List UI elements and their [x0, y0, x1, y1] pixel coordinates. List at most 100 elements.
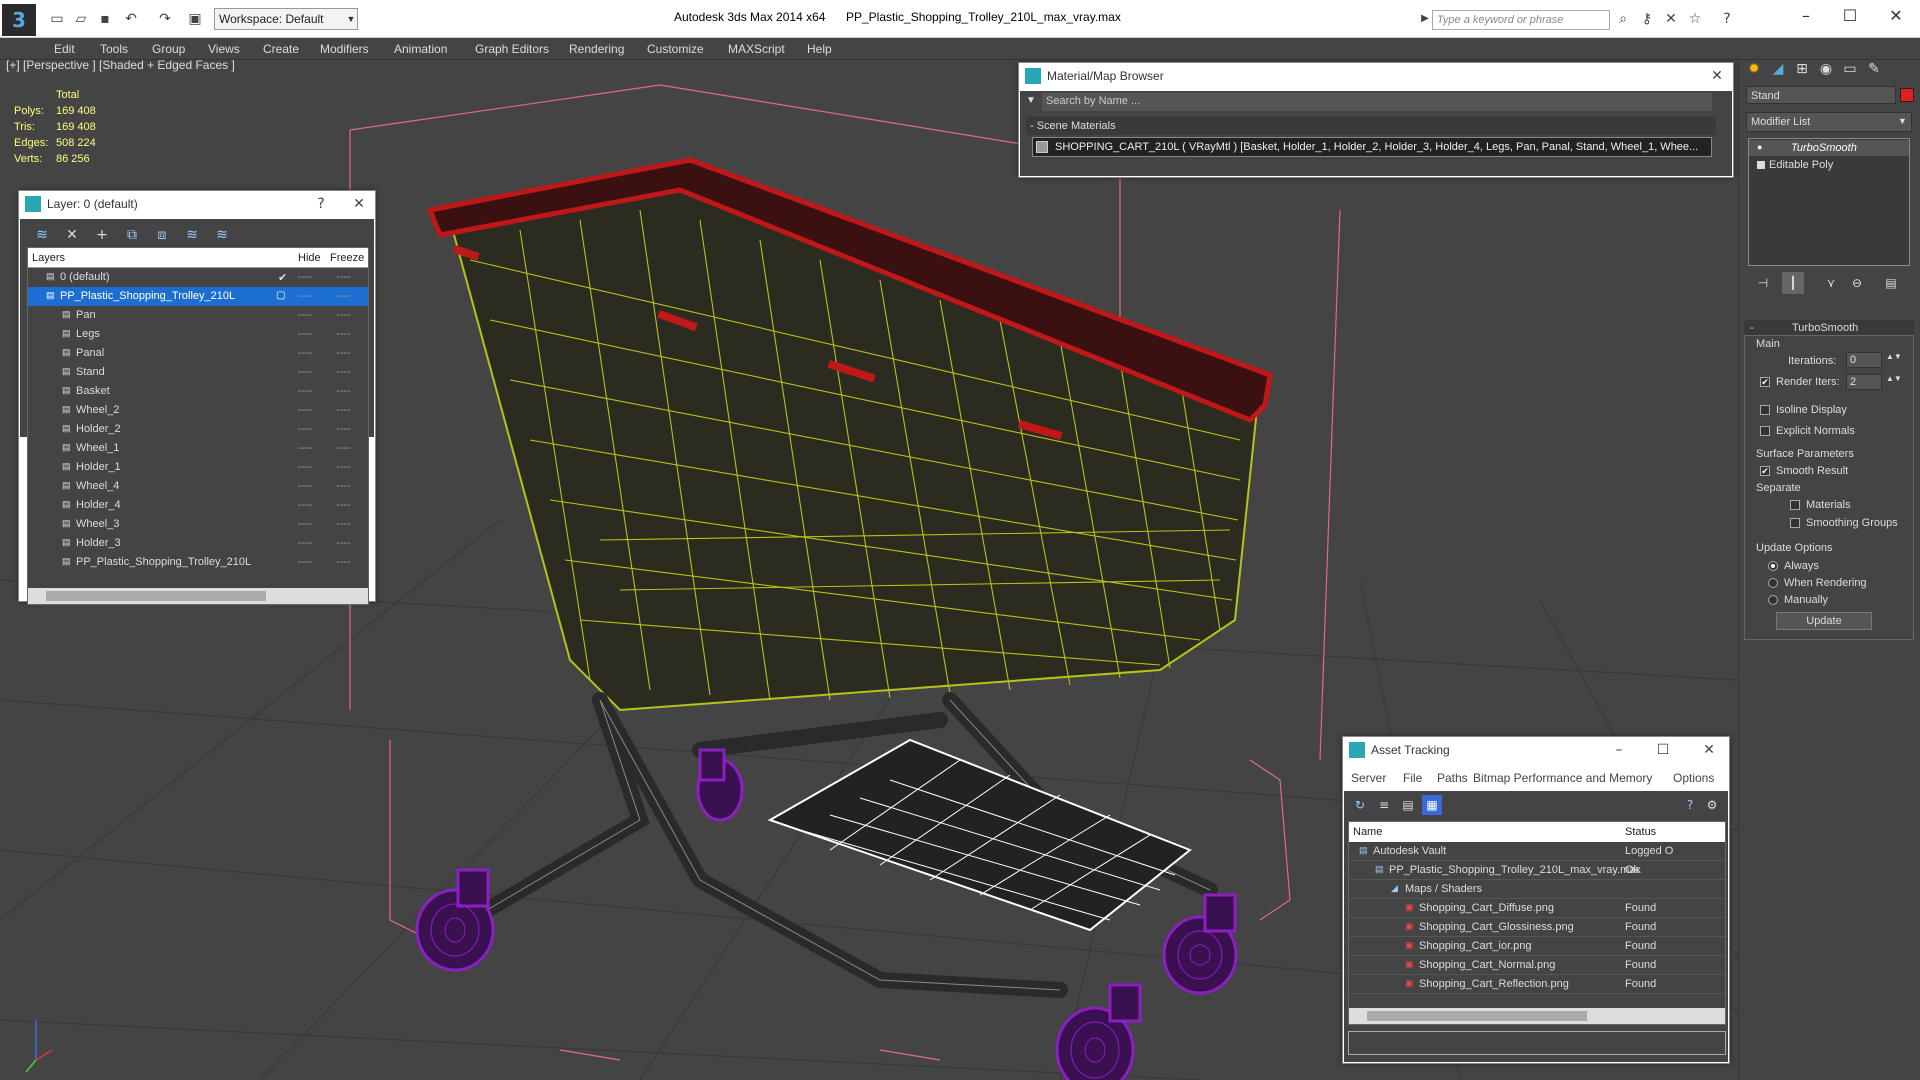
menu-edit[interactable]: Edit	[54, 42, 75, 56]
project-folder-icon[interactable]: ▣	[186, 10, 204, 28]
favorites-star-icon[interactable]: ☆	[1686, 10, 1704, 28]
material-item[interactable]: SHOPPING_CART_210L ( VRayMtl ) [Basket, …	[1032, 137, 1712, 157]
layer-row[interactable]: ▤ Wheel_4 ---- ----	[28, 477, 368, 496]
collapse-icon[interactable]: -	[1750, 322, 1754, 334]
settings-icon[interactable]: ⚙	[1702, 795, 1722, 815]
open-file-icon[interactable]: ▱	[72, 10, 90, 28]
freeze-toggle[interactable]: ----	[336, 385, 351, 397]
detail-view-icon[interactable]: ▤	[1398, 795, 1418, 815]
hide-toggle[interactable]: ----	[298, 423, 313, 435]
layer-row[interactable]: ▤ Holder_4 ---- ----	[28, 496, 368, 515]
exchange-icon[interactable]: ✕	[1662, 10, 1680, 28]
chevron-down-icon[interactable]: ▼	[344, 8, 358, 30]
asset-row[interactable]: ▤ Autodesk Vault Logged O	[1349, 842, 1725, 861]
layer-row[interactable]: ▤ Pan ---- ----	[28, 306, 368, 325]
close-icon[interactable]: ✕	[1876, 4, 1916, 28]
freeze-toggle[interactable]: ----	[336, 556, 351, 568]
freeze-toggle[interactable]: ----	[336, 423, 351, 435]
materials-checkbox[interactable]	[1790, 500, 1800, 510]
menu-modifiers[interactable]: Modifiers	[320, 42, 369, 56]
object-color-swatch[interactable]	[1900, 88, 1914, 102]
create-tab-icon[interactable]: ✹	[1743, 58, 1765, 80]
motion-tab-icon[interactable]: ◉	[1815, 58, 1837, 80]
menu-views[interactable]: Views	[208, 42, 240, 56]
create-layer-icon[interactable]: ≋	[32, 225, 52, 245]
current-layer-icon[interactable]: ▢	[276, 290, 285, 301]
col-freeze[interactable]: Freeze	[330, 252, 364, 264]
freeze-all-icon[interactable]: ≋	[212, 225, 232, 245]
minimize-icon[interactable]: –	[1786, 4, 1826, 28]
col-layers[interactable]: Layers	[32, 252, 65, 264]
layer-row[interactable]: ▤ Holder_3 ---- ----	[28, 534, 368, 553]
undo-icon[interactable]: ↶	[122, 10, 140, 28]
menu-maxscript[interactable]: MAXScript	[728, 42, 785, 56]
remove-modifier-icon[interactable]: ⊖	[1846, 272, 1868, 294]
freeze-toggle[interactable]: ----	[336, 499, 351, 511]
save-icon[interactable]: ▪	[96, 10, 114, 28]
hide-toggle[interactable]: ----	[298, 518, 313, 530]
minimize-icon[interactable]: –	[1609, 740, 1629, 760]
render-iters-spinner[interactable]: 2	[1846, 374, 1882, 390]
new-file-icon[interactable]: ▭	[48, 10, 66, 28]
freeze-toggle[interactable]: ----	[336, 461, 351, 473]
modifier-list-dropdown[interactable]: Modifier List	[1746, 112, 1912, 132]
asset-row[interactable]: ◢ Maps / Shaders	[1349, 880, 1725, 899]
asset-row[interactable]: ▣ Shopping_Cart_Diffuse.png Found	[1349, 899, 1725, 918]
menu-create[interactable]: Create	[263, 42, 299, 56]
asset-row[interactable]: ▣ Shopping_Cart_Reflection.png Found	[1349, 975, 1725, 994]
when-rendering-radio[interactable]	[1768, 578, 1778, 588]
asset-row[interactable]: ▣ Shopping_Cart_Normal.png Found	[1349, 956, 1725, 975]
scrollbar-thumb[interactable]	[46, 591, 266, 601]
horizontal-scrollbar[interactable]	[1349, 1008, 1725, 1024]
maximize-icon[interactable]: ☐	[1830, 4, 1870, 28]
asset-row[interactable]: ▣ Shopping_Cart_ior.png Found	[1349, 937, 1725, 956]
refresh-icon[interactable]: ↻	[1350, 795, 1370, 815]
col-name[interactable]: Name	[1353, 826, 1382, 838]
stack-item-editable-poly[interactable]: Editable Poly	[1749, 157, 1909, 173]
asset-row[interactable]: ▤ PP_Plastic_Shopping_Trolley_210L_max_vr…	[1349, 861, 1725, 880]
layer-row[interactable]: ▤ Stand ---- ----	[28, 363, 368, 382]
smooth-result-checkbox[interactable]: ✔	[1760, 466, 1770, 476]
layer-row[interactable]: ▤ Legs ---- ----	[28, 325, 368, 344]
menu-help[interactable]: Help	[807, 42, 832, 56]
highlight-layer-icon[interactable]: ⧈	[152, 225, 172, 245]
hide-toggle[interactable]: ----	[298, 347, 313, 359]
workspace-dropdown[interactable]: Workspace: Default	[214, 8, 358, 30]
hide-toggle[interactable]: ----	[298, 290, 313, 302]
freeze-toggle[interactable]: ----	[336, 328, 351, 340]
add-to-layer-icon[interactable]: +	[92, 225, 112, 245]
key-icon[interactable]: ⚷	[1638, 10, 1656, 28]
maximize-icon[interactable]: ☐	[1653, 740, 1673, 760]
asset-menu-bitmap[interactable]: Bitmap Performance and Memory	[1473, 771, 1652, 785]
display-tab-icon[interactable]: ▭	[1839, 58, 1861, 80]
close-icon[interactable]: ✕	[349, 194, 369, 214]
hide-toggle[interactable]: ----	[298, 537, 313, 549]
close-icon[interactable]: ✕	[1699, 740, 1719, 760]
freeze-toggle[interactable]: ----	[336, 518, 351, 530]
layer-row[interactable]: ▤ PP_Plastic_Shopping_Trolley_210L ▢ ---- --…	[28, 287, 368, 306]
menu-tools[interactable]: Tools	[100, 42, 128, 56]
table-view-icon[interactable]: ▦	[1422, 795, 1442, 815]
object-name-field[interactable]: Stand	[1746, 86, 1896, 104]
manually-radio[interactable]	[1768, 595, 1778, 605]
list-view-icon[interactable]: ≡	[1374, 795, 1394, 815]
modify-tab-icon[interactable]: ◢	[1767, 58, 1789, 80]
freeze-toggle[interactable]: ----	[336, 309, 351, 321]
freeze-toggle[interactable]: ----	[336, 290, 351, 302]
pin-stack-icon[interactable]: ⊣	[1752, 272, 1774, 294]
show-end-result-icon[interactable]: ┃	[1782, 272, 1804, 294]
app-logo-icon[interactable]: 3	[2, 4, 36, 36]
layer-row[interactable]: ▤ Wheel_2 ---- ----	[28, 401, 368, 420]
freeze-toggle[interactable]: ----	[336, 537, 351, 549]
update-button[interactable]: Update	[1776, 612, 1872, 630]
scene-materials-group[interactable]: - Scene Materials	[1026, 117, 1716, 135]
menu-animation[interactable]: Animation	[394, 42, 447, 56]
hide-toggle[interactable]: ----	[298, 404, 313, 416]
delete-layer-icon[interactable]: ✕	[62, 225, 82, 245]
layer-row[interactable]: ▤ 0 (default) ✔ ---- ----	[28, 268, 368, 287]
always-radio[interactable]	[1768, 561, 1778, 571]
expand-plus-icon[interactable]	[1757, 161, 1765, 169]
layer-row[interactable]: ▤ Wheel_1 ---- ----	[28, 439, 368, 458]
hide-toggle[interactable]: ----	[298, 309, 313, 321]
hierarchy-tab-icon[interactable]: ⊞	[1791, 58, 1813, 80]
